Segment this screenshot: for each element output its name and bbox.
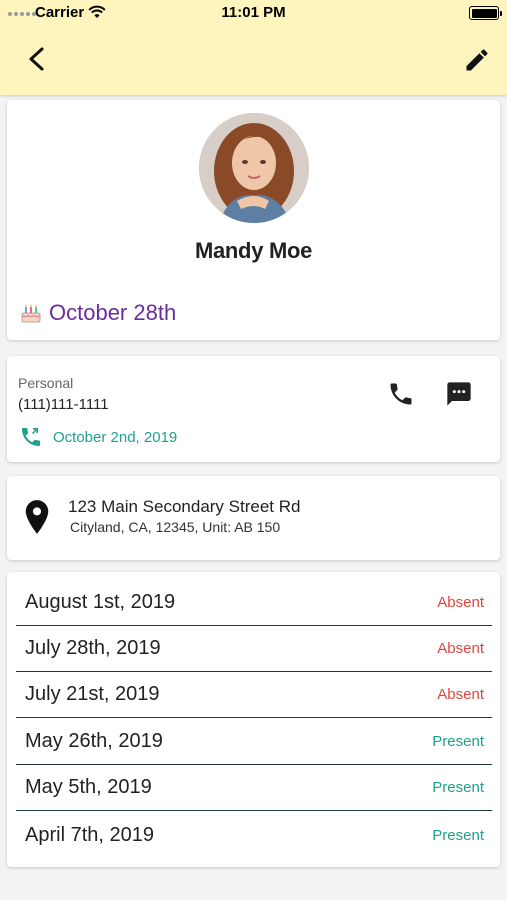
attendance-date: July 28th, 2019	[25, 637, 161, 659]
address-card[interactable]: 123 Main Secondary Street Rd Cityland, C…	[7, 476, 500, 560]
avatar	[199, 113, 309, 223]
list-item[interactable]: May 26th, 2019 Present	[16, 719, 492, 765]
list-item[interactable]: May 5th, 2019 Present	[16, 765, 492, 811]
attendance-status: Present	[432, 779, 484, 796]
attendance-status: Absent	[437, 686, 484, 703]
attendance-date: April 7th, 2019	[25, 823, 154, 846]
birthday-label: October 28th	[49, 300, 177, 325]
phone-type-label: Personal	[18, 375, 74, 391]
list-item[interactable]: July 21st, 2019 Absent	[16, 672, 492, 718]
attendance-status: Absent	[437, 640, 484, 657]
attendance-date: May 26th, 2019	[25, 730, 163, 752]
list-item[interactable]: August 1st, 2019 Absent	[16, 580, 492, 626]
status-bar: Carrier 11:01 PM	[0, 0, 507, 26]
top-bar: Carrier 11:01 PM	[0, 0, 507, 95]
phone-icon[interactable]	[387, 380, 415, 408]
attendance-date: July 21st, 2019	[25, 683, 160, 705]
last-call-row: October 2nd, 2019	[19, 425, 177, 449]
edit-pencil-icon[interactable]	[463, 46, 491, 74]
back-chevron-icon[interactable]	[22, 44, 52, 74]
birthday-cake-icon	[21, 304, 41, 323]
last-call-date: October 2nd, 2019	[53, 428, 178, 446]
profile-card: Mandy Moe October 28th	[7, 100, 500, 340]
message-icon[interactable]	[445, 380, 473, 408]
profile-photo	[199, 113, 309, 223]
phone-callback-icon	[22, 428, 40, 446]
address-line-2: Cityland, CA, 12345, Unit: AB 150	[70, 519, 281, 535]
attendance-card: August 1st, 2019 Absent July 28th, 2019 …	[7, 572, 500, 867]
status-time: 11:01 PM	[221, 4, 286, 21]
battery-icon	[469, 6, 502, 20]
attendance-date: August 1st, 2019	[25, 591, 176, 613]
address-line-1: 123 Main Secondary Street Rd	[68, 497, 301, 516]
location-pin-icon	[25, 500, 49, 534]
list-item[interactable]: July 28th, 2019 Absent	[16, 626, 492, 672]
birthday-row: October 28th	[19, 300, 176, 326]
attendance-date: May 5th, 2019	[25, 776, 152, 798]
phone-card: Personal (111)111-1111 October 2nd, 2019	[7, 356, 500, 462]
attendance-status: Absent	[437, 594, 484, 611]
attendance-status: Present	[432, 733, 484, 750]
list-item[interactable]: April 7th, 2019 Present	[16, 812, 492, 858]
phone-number: (111)111-1111	[18, 396, 109, 413]
contact-name: Mandy Moe	[194, 238, 313, 263]
attendance-status: Present	[432, 826, 484, 844]
